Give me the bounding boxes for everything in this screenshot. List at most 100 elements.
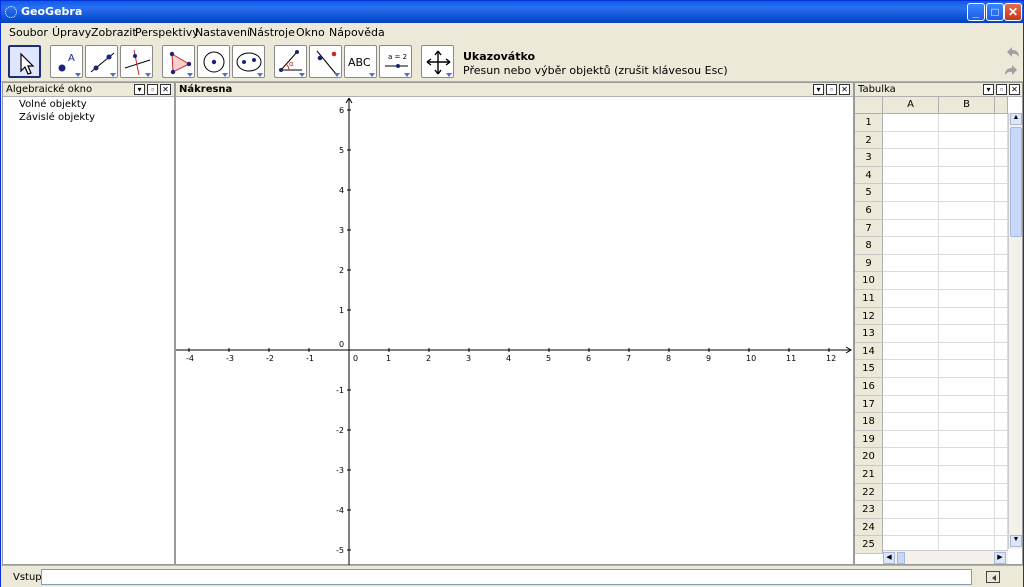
- row-header[interactable]: 19: [855, 430, 883, 449]
- spreadsheet-cell[interactable]: [995, 290, 1008, 308]
- move-tool-button[interactable]: [8, 45, 41, 78]
- spreadsheet-cell[interactable]: [939, 184, 995, 202]
- scroll-up-icon[interactable]: ▲: [1010, 113, 1022, 125]
- undock-icon[interactable]: ▫: [147, 84, 158, 95]
- spreadsheet-cell[interactable]: [939, 272, 995, 290]
- spreadsheet-cell[interactable]: [995, 466, 1008, 484]
- spreadsheet-cell[interactable]: [883, 413, 939, 431]
- spreadsheet-cell[interactable]: [883, 202, 939, 220]
- spreadsheet-cell[interactable]: [939, 466, 995, 484]
- spreadsheet-cell[interactable]: [883, 430, 939, 449]
- spreadsheet-cell[interactable]: [883, 448, 939, 466]
- menu-upravy[interactable]: Úpravy: [52, 26, 91, 39]
- spreadsheet-cell[interactable]: [883, 149, 939, 167]
- scroll-left-icon[interactable]: ◀: [883, 552, 895, 564]
- spreadsheet-cell[interactable]: [995, 202, 1008, 220]
- row-header[interactable]: 12: [855, 307, 883, 326]
- menu-zobrazit[interactable]: Zobrazit: [91, 26, 137, 39]
- row-header[interactable]: 7: [855, 219, 883, 238]
- spreadsheet-cell[interactable]: [939, 325, 995, 343]
- circle-tool-button[interactable]: [197, 45, 230, 78]
- spreadsheet-cell[interactable]: [995, 131, 1008, 150]
- spreadsheet-cell[interactable]: [995, 237, 1008, 255]
- spreadsheet-cell[interactable]: [883, 166, 939, 185]
- spreadsheet-cell[interactable]: [939, 342, 995, 361]
- spreadsheet-cell[interactable]: [939, 307, 995, 326]
- spreadsheet-cell[interactable]: [883, 342, 939, 361]
- spreadsheet-cell[interactable]: [883, 290, 939, 308]
- close-panel-icon[interactable]: ✕: [839, 84, 850, 95]
- spreadsheet-cell[interactable]: [939, 395, 995, 414]
- spreadsheet-cell[interactable]: [995, 254, 1008, 273]
- row-header[interactable]: 24: [855, 518, 883, 537]
- spreadsheet-cell[interactable]: [939, 114, 995, 132]
- spreadsheet-cell[interactable]: [995, 378, 1008, 396]
- spreadsheet-cell[interactable]: [883, 131, 939, 150]
- row-header[interactable]: 23: [855, 501, 883, 519]
- row-header[interactable]: 5: [855, 184, 883, 202]
- close-button[interactable]: ✕: [1004, 3, 1022, 21]
- spreadsheet-cell[interactable]: [883, 395, 939, 414]
- row-header[interactable]: 8: [855, 237, 883, 255]
- row-header[interactable]: 14: [855, 342, 883, 361]
- spreadsheet-cell[interactable]: [883, 307, 939, 326]
- move-view-tool-button[interactable]: [421, 45, 454, 78]
- column-header-a[interactable]: A: [883, 97, 939, 114]
- minimize-button[interactable]: _: [967, 3, 985, 21]
- spreadsheet-cell[interactable]: [883, 483, 939, 502]
- spreadsheet-cell[interactable]: [995, 413, 1008, 431]
- spreadsheet-cell[interactable]: [883, 325, 939, 343]
- title-bar[interactable]: GeoGebra _ □ ✕: [1, 1, 1023, 23]
- row-header[interactable]: 15: [855, 360, 883, 378]
- spreadsheet-cell[interactable]: [995, 518, 1008, 537]
- polygon-tool-button[interactable]: [162, 45, 195, 78]
- spreadsheet-cell[interactable]: [939, 219, 995, 238]
- spreadsheet-cell[interactable]: [883, 272, 939, 290]
- row-header[interactable]: 21: [855, 466, 883, 484]
- row-header[interactable]: 25: [855, 536, 883, 554]
- spreadsheet-cell[interactable]: [883, 219, 939, 238]
- dependent-objects-label[interactable]: Závislé objekty: [19, 112, 95, 123]
- spreadsheet-cell[interactable]: [883, 360, 939, 378]
- spreadsheet-cell[interactable]: [939, 360, 995, 378]
- panel-menu-icon[interactable]: ▾: [134, 84, 145, 95]
- spreadsheet-cell[interactable]: [995, 430, 1008, 449]
- spreadsheet-cell[interactable]: [939, 448, 995, 466]
- spreadsheet-cell[interactable]: [995, 483, 1008, 502]
- spreadsheet-cell[interactable]: [995, 166, 1008, 185]
- undo-icon[interactable]: [1003, 45, 1021, 61]
- spreadsheet-cell[interactable]: [883, 466, 939, 484]
- spreadsheet-cell[interactable]: [939, 378, 995, 396]
- row-header[interactable]: 17: [855, 395, 883, 414]
- slider-tool-button[interactable]: a = 2: [379, 45, 412, 78]
- graphics-view[interactable]: Nákresna ▾ ▫ ✕ -4 -3 -2 -1 0 1 2 3 4 5 6 7 8 9 10 11 12 6…: [175, 82, 854, 565]
- spreadsheet-cell[interactable]: [995, 395, 1008, 414]
- spreadsheet-cell[interactable]: [995, 325, 1008, 343]
- row-header[interactable]: 4: [855, 166, 883, 185]
- undock-icon[interactable]: ▫: [996, 84, 1007, 95]
- spreadsheet-cell[interactable]: [995, 149, 1008, 167]
- row-header[interactable]: 16: [855, 378, 883, 396]
- spreadsheet-cell[interactable]: [883, 378, 939, 396]
- angle-tool-button[interactable]: α: [274, 45, 307, 78]
- menu-napoveda[interactable]: Nápověda: [329, 26, 385, 39]
- menu-nastroje[interactable]: Nástroje: [249, 26, 295, 39]
- menu-soubor[interactable]: Soubor: [9, 26, 48, 39]
- menu-perspektivy[interactable]: Perspektivy: [135, 26, 199, 39]
- scroll-thumb[interactable]: [1010, 127, 1022, 237]
- row-header[interactable]: 11: [855, 290, 883, 308]
- spreadsheet-cell[interactable]: [995, 307, 1008, 326]
- spreadsheet-cell[interactable]: [995, 501, 1008, 519]
- point-tool-button[interactable]: A: [50, 45, 83, 78]
- spreadsheet-cell[interactable]: [995, 360, 1008, 378]
- spreadsheet-cell[interactable]: [995, 448, 1008, 466]
- spreadsheet-cell[interactable]: [939, 237, 995, 255]
- spreadsheet-cell[interactable]: [939, 290, 995, 308]
- spreadsheet-cell[interactable]: [995, 342, 1008, 361]
- row-header[interactable]: 13: [855, 325, 883, 343]
- spreadsheet-cell[interactable]: [883, 184, 939, 202]
- conic-tool-button[interactable]: [232, 45, 265, 78]
- spreadsheet-cell[interactable]: [995, 114, 1008, 132]
- spreadsheet-cell[interactable]: [939, 166, 995, 185]
- close-panel-icon[interactable]: ✕: [1009, 84, 1020, 95]
